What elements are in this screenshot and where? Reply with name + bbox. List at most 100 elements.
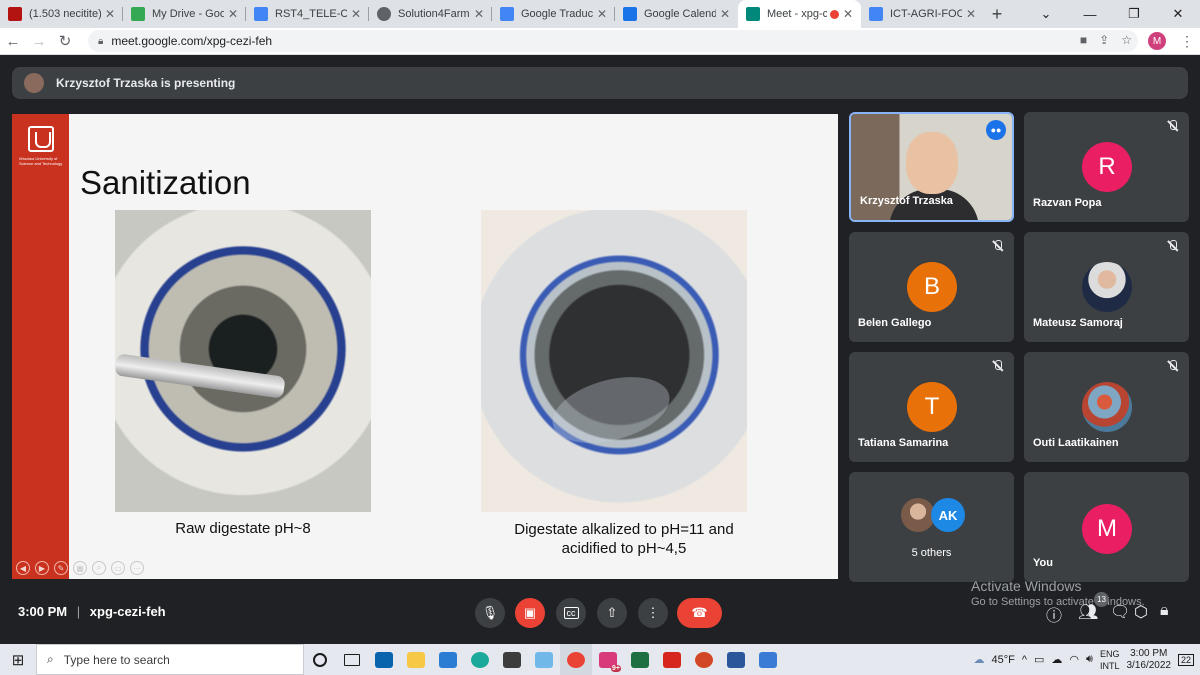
meeting-info-icon[interactable]: ⓘ bbox=[1046, 602, 1062, 626]
host-controls-icon[interactable]: 🔒︎ bbox=[1160, 602, 1169, 620]
close-icon[interactable]: ✕ bbox=[597, 7, 607, 21]
windows-start-icon[interactable]: ⊞ bbox=[0, 651, 36, 669]
mic-off-icon bbox=[1167, 360, 1179, 372]
chrome-icon[interactable] bbox=[560, 644, 592, 675]
avatar: M bbox=[1082, 504, 1132, 554]
browser-tab[interactable]: ICT-AGRI-FOOD S✕ bbox=[861, 0, 984, 28]
close-icon[interactable]: ✕ bbox=[843, 7, 853, 21]
avatar: T bbox=[907, 382, 957, 432]
browser-tab[interactable]: Google Traducere✕ bbox=[492, 0, 615, 28]
separator: | bbox=[76, 604, 81, 619]
url-text: meet.google.com/xpg-cezi-feh bbox=[111, 34, 273, 48]
next-slide-icon[interactable]: ▶ bbox=[35, 561, 49, 575]
participant-tile-krzysztof[interactable]: ●● Krzysztof Trzaska bbox=[849, 112, 1014, 222]
photos-app-icon[interactable] bbox=[432, 644, 464, 675]
close-icon[interactable]: ✕ bbox=[351, 7, 361, 21]
calendar-app-icon[interactable] bbox=[752, 644, 784, 675]
mail-badge: 9+ bbox=[611, 665, 621, 672]
leave-call-button[interactable]: ☎ bbox=[677, 598, 722, 628]
present-button[interactable]: ⇧ bbox=[597, 598, 627, 628]
close-icon[interactable]: ✕ bbox=[474, 7, 484, 21]
mail-icon bbox=[8, 7, 22, 21]
drive-icon bbox=[131, 7, 145, 21]
speaking-icon: ●● bbox=[986, 120, 1006, 140]
edge-icon[interactable] bbox=[464, 644, 496, 675]
participant-tile-belen[interactable]: B Belen Gallego bbox=[849, 232, 1014, 342]
file-explorer-icon[interactable] bbox=[400, 644, 432, 675]
forward-icon[interactable]: → bbox=[26, 33, 52, 50]
system-clock[interactable]: 3:00 PM 3/16/2022 bbox=[1126, 648, 1171, 672]
people-count-badge: 13 bbox=[1094, 592, 1109, 607]
subtitles-icon[interactable]: ▭ bbox=[111, 561, 125, 575]
browser-tab[interactable]: (1.503 necitite) - i✕ bbox=[0, 0, 123, 28]
docs-icon bbox=[869, 7, 883, 21]
camera-off-button[interactable]: ▣ bbox=[515, 598, 545, 628]
close-icon[interactable]: ✕ bbox=[720, 7, 730, 21]
microphone-button[interactable]: 🎙︎ bbox=[475, 598, 505, 628]
store-icon[interactable] bbox=[528, 644, 560, 675]
slides-grid-icon[interactable]: ▦ bbox=[73, 561, 87, 575]
excel-icon[interactable] bbox=[624, 644, 656, 675]
tab-search-icon[interactable]: ⌄ bbox=[1024, 0, 1068, 28]
cortana-icon[interactable] bbox=[304, 644, 336, 675]
meet-tray-icon[interactable]: ▭ bbox=[1034, 653, 1044, 666]
new-tab-button[interactable]: + bbox=[984, 0, 1010, 28]
participant-tile-you[interactable]: M You bbox=[1024, 472, 1189, 582]
volume-icon[interactable]: 🔊︎ bbox=[1086, 653, 1093, 666]
url-field[interactable]: 🔒︎ meet.google.com/xpg-cezi-feh ■ ⇪ ☆ bbox=[88, 30, 1138, 52]
mic-off-icon bbox=[1167, 240, 1179, 252]
system-tray: ☁ 45°F ^ ▭ ☁ ◠ 🔊︎ ENG INTL 3:00 PM 3/16/… bbox=[973, 644, 1200, 675]
word-icon[interactable] bbox=[720, 644, 752, 675]
participant-tile-razvan[interactable]: R Razvan Popa bbox=[1024, 112, 1189, 222]
captions-button[interactable]: cc bbox=[556, 598, 586, 628]
onedrive-icon[interactable]: ☁ bbox=[1051, 653, 1062, 666]
browser-menu-icon[interactable]: ⋮ bbox=[1180, 33, 1194, 50]
taskbar-search-input[interactable]: ⌕ Type here to search bbox=[36, 644, 304, 675]
previous-slide-icon[interactable]: ◀ bbox=[16, 561, 30, 575]
lock-icon[interactable]: 🔒︎ bbox=[98, 36, 103, 47]
browser-tab[interactable]: My Drive - Google✕ bbox=[123, 0, 246, 28]
weather-temp[interactable]: 45°F bbox=[991, 654, 1014, 666]
input-language[interactable]: ENG INTL bbox=[1100, 648, 1120, 672]
task-view-icon[interactable] bbox=[336, 644, 368, 675]
profile-avatar[interactable]: M bbox=[1148, 32, 1166, 50]
camera-icon[interactable]: ■ bbox=[1080, 33, 1087, 47]
participant-tile-outi[interactable]: Outi Laatikainen bbox=[1024, 352, 1189, 462]
browser-tab[interactable]: Solution4Farming✕ bbox=[369, 0, 492, 28]
people-icon[interactable]: 👥︎ bbox=[1078, 602, 1098, 622]
browser-tab-active[interactable]: Meet - xpg-c ✕ bbox=[738, 0, 861, 28]
chevron-up-icon[interactable]: ^ bbox=[1022, 654, 1027, 666]
participant-tile-tatiana[interactable]: T Tatiana Samarina bbox=[849, 352, 1014, 462]
share-icon[interactable]: ⇪ bbox=[1099, 33, 1109, 47]
meeting-details: 3:00 PM | xpg-cezi-feh bbox=[18, 604, 166, 619]
close-icon[interactable]: ✕ bbox=[966, 7, 976, 21]
close-icon[interactable]: ✕ bbox=[105, 7, 115, 21]
pen-icon[interactable]: ✎ bbox=[54, 561, 68, 575]
presenting-banner: Krzysztof Trzaska is presenting bbox=[12, 67, 1188, 99]
minimize-icon[interactable]: — bbox=[1068, 0, 1112, 28]
close-window-icon[interactable]: ✕ bbox=[1156, 0, 1200, 28]
close-icon[interactable]: ✕ bbox=[228, 7, 238, 21]
mail-notification-icon[interactable]: 9+ bbox=[592, 644, 624, 675]
more-options-button[interactable]: ⋮ bbox=[638, 598, 668, 628]
reload-icon[interactable]: ↻ bbox=[52, 32, 78, 50]
network-icon[interactable]: ◠ bbox=[1069, 653, 1079, 666]
weather-icon[interactable]: ☁ bbox=[973, 653, 984, 666]
zoom-icon[interactable]: ⌕ bbox=[92, 561, 106, 575]
browser-tab[interactable]: Google Calendar✕ bbox=[615, 0, 738, 28]
powerpoint-icon[interactable] bbox=[688, 644, 720, 675]
mail-app-icon[interactable] bbox=[368, 644, 400, 675]
notification-center-icon[interactable]: 22 bbox=[1177, 653, 1194, 666]
activities-icon[interactable]: ⬡ bbox=[1134, 602, 1148, 622]
browser-tab[interactable]: RST4_TELE-CONT✕ bbox=[246, 0, 369, 28]
participant-tile-others[interactable]: AK 5 others bbox=[849, 472, 1014, 582]
more-options-icon[interactable]: ⋯ bbox=[130, 561, 144, 575]
chat-icon[interactable]: 🗨︎ bbox=[1110, 602, 1130, 622]
microphone-icon: 🎙︎ bbox=[481, 605, 499, 620]
camera-app-icon[interactable] bbox=[496, 644, 528, 675]
bookmark-star-icon[interactable]: ☆ bbox=[1121, 33, 1132, 47]
restore-icon[interactable]: ❐ bbox=[1112, 0, 1156, 28]
participant-tile-mateusz[interactable]: Mateusz Samoraj bbox=[1024, 232, 1189, 342]
back-icon[interactable]: ← bbox=[0, 33, 26, 50]
acrobat-icon[interactable] bbox=[656, 644, 688, 675]
